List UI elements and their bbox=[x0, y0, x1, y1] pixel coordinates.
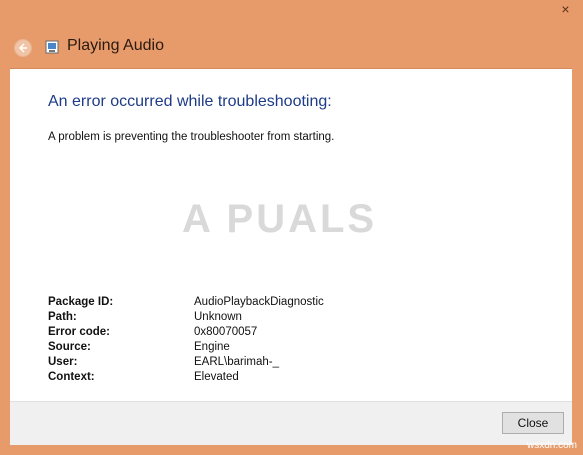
dialog-content: An error occurred while troubleshooting:… bbox=[10, 68, 572, 401]
dialog-footer: Close bbox=[10, 401, 572, 445]
close-icon[interactable]: × bbox=[548, 0, 583, 20]
detail-value: Elevated bbox=[194, 371, 239, 383]
detail-row-package-id: Package ID: AudioPlaybackDiagnostic bbox=[48, 295, 324, 310]
close-button[interactable]: Close bbox=[502, 412, 564, 434]
watermark-logo: A PUALS bbox=[182, 197, 378, 241]
error-heading: An error occurred while troubleshooting: bbox=[48, 93, 332, 110]
detail-value: 0x80070057 bbox=[194, 326, 258, 338]
detail-value: EARL\barimah-_ bbox=[194, 356, 280, 368]
back-arrow-icon[interactable] bbox=[14, 39, 32, 57]
troubleshooter-app-icon bbox=[45, 40, 59, 54]
error-description: A problem is preventing the troubleshoot… bbox=[48, 131, 335, 143]
detail-label: Package ID: bbox=[48, 296, 114, 308]
detail-value: Unknown bbox=[194, 311, 242, 323]
detail-label: User: bbox=[48, 356, 78, 368]
window-title: Playing Audio bbox=[67, 37, 164, 54]
detail-label: Error code: bbox=[48, 326, 110, 338]
detail-row-context: Context: Elevated bbox=[48, 370, 324, 385]
detail-row-source: Source: Engine bbox=[48, 340, 324, 355]
detail-row-user: User: EARL\barimah-_ bbox=[48, 355, 324, 370]
error-details: Package ID: AudioPlaybackDiagnostic Path:… bbox=[48, 295, 324, 385]
site-watermark: wsxdn.com bbox=[526, 440, 577, 451]
detail-label: Source: bbox=[48, 341, 91, 353]
title-bar: Playing Audio bbox=[0, 30, 583, 64]
detail-row-path: Path: Unknown bbox=[48, 310, 324, 325]
detail-label: Context: bbox=[48, 371, 95, 383]
back-arrow-glyph bbox=[18, 43, 27, 53]
detail-label: Path: bbox=[48, 311, 77, 323]
detail-row-error-code: Error code: 0x80070057 bbox=[48, 325, 324, 340]
detail-value: AudioPlaybackDiagnostic bbox=[194, 296, 324, 308]
detail-value: Engine bbox=[194, 341, 230, 353]
